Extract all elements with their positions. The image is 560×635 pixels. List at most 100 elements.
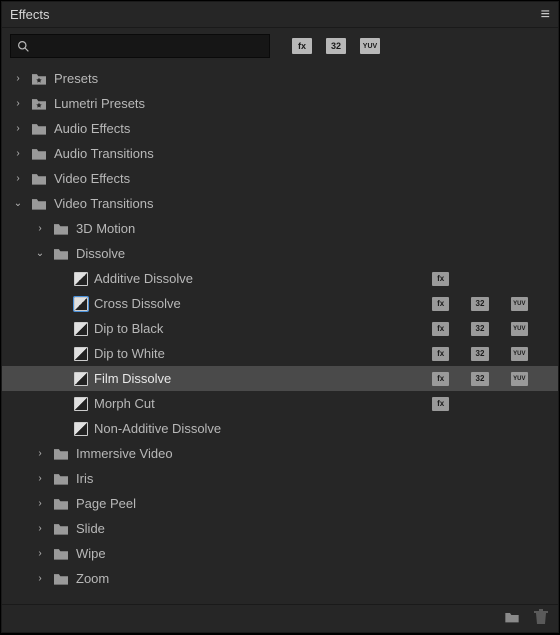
folder-icon — [52, 247, 70, 261]
search-input[interactable] — [34, 38, 263, 55]
disclosure-arrow-icon[interactable]: › — [34, 573, 46, 584]
accelerated-badge-icon: fx — [432, 272, 449, 286]
tree-folder[interactable]: › Immersive Video — [2, 441, 558, 466]
folder-icon — [30, 172, 48, 186]
tree-item-label: Dissolve — [76, 246, 125, 261]
accelerated-badge-icon: fx — [432, 372, 449, 386]
32bit-badge-icon: 32 — [471, 347, 488, 361]
folder-icon — [30, 97, 48, 111]
effect-icon — [74, 272, 88, 286]
tree-effect[interactable]: ›Non-Additive Dissolvefx32YUV — [2, 416, 558, 441]
folder-icon — [52, 497, 70, 511]
effect-icon — [74, 322, 88, 336]
yuv-badge-icon: YUV — [511, 347, 528, 361]
disclosure-arrow-icon[interactable]: › — [34, 523, 46, 534]
tree-folder[interactable]: › Wipe — [2, 541, 558, 566]
folder-icon — [52, 447, 70, 461]
accelerated-badge-icon: fx — [432, 347, 449, 361]
effect-icon — [74, 372, 88, 386]
panel-title: Effects — [10, 7, 50, 22]
effects-tree[interactable]: › Presets › Lumetri Presets › Audio Effects › A… — [2, 64, 558, 604]
32bit-effects-filter-icon[interactable]: 32 — [326, 38, 346, 54]
disclosure-arrow-icon[interactable]: › — [34, 448, 46, 459]
disclosure-arrow-icon[interactable]: › — [12, 73, 24, 84]
new-bin-icon[interactable] — [504, 610, 520, 627]
tree-effect[interactable]: ›Dip to Whitefx32YUV — [2, 341, 558, 366]
32bit-badge-icon: 32 — [471, 297, 488, 311]
tree-item-label: Video Transitions — [54, 196, 154, 211]
yuv-effects-filter-icon[interactable]: YUV — [360, 38, 380, 54]
search-box[interactable] — [10, 34, 270, 58]
folder-icon — [30, 72, 48, 86]
disclosure-arrow-icon[interactable]: › — [34, 548, 46, 559]
tree-effect[interactable]: ›Cross Dissolvefx32YUV — [2, 291, 558, 316]
tree-folder[interactable]: › Presets — [2, 66, 558, 91]
tree-item-label: Wipe — [76, 546, 106, 561]
effect-badges: fx32YUV — [432, 422, 552, 436]
tree-folder[interactable]: › Iris — [2, 466, 558, 491]
tree-effect[interactable]: ›Dip to Blackfx32YUV — [2, 316, 558, 341]
tree-item-label: Immersive Video — [76, 446, 173, 461]
tree-item-label: Cross Dissolve — [94, 296, 181, 311]
yuv-badge-icon: YUV — [511, 372, 528, 386]
tree-folder[interactable]: › Audio Effects — [2, 116, 558, 141]
disclosure-arrow-icon[interactable]: › — [12, 123, 24, 134]
accelerated-effects-filter-icon[interactable]: fx — [292, 38, 312, 54]
disclosure-arrow-icon[interactable]: › — [12, 148, 24, 159]
tree-folder[interactable]: ⌄ Video Transitions — [2, 191, 558, 216]
disclosure-arrow-icon[interactable]: ⌄ — [12, 198, 24, 209]
tree-item-label: Film Dissolve — [94, 371, 171, 386]
tree-folder[interactable]: › Audio Transitions — [2, 141, 558, 166]
yuv-badge-icon: YUV — [511, 322, 528, 336]
folder-icon — [30, 147, 48, 161]
tree-item-label: Audio Transitions — [54, 146, 154, 161]
yuv-badge-icon: YUV — [511, 297, 528, 311]
panel-menu-icon[interactable]: ≡ — [541, 7, 550, 23]
tree-folder[interactable]: ›Slide — [2, 516, 558, 541]
folder-icon — [52, 547, 70, 561]
accelerated-badge-icon: fx — [432, 397, 449, 411]
tree-folder[interactable]: › Video Effects — [2, 166, 558, 191]
tree-effect[interactable]: ›Film Dissolvefx32YUV — [2, 366, 558, 391]
tree-effect[interactable]: ›Additive Dissolvefx32YUV — [2, 266, 558, 291]
tree-item-label: Morph Cut — [94, 396, 155, 411]
tree-item-label: Zoom — [76, 571, 109, 586]
toolbar-filter-badges: fx 32 YUV — [292, 38, 380, 54]
tree-item-label: 3D Motion — [76, 221, 135, 236]
folder-icon — [52, 522, 70, 536]
tree-item-label: Non-Additive Dissolve — [94, 421, 221, 436]
trash-icon[interactable] — [534, 609, 548, 628]
tree-effect[interactable]: ›Morph Cutfx32YUV — [2, 391, 558, 416]
32bit-badge-icon: 32 — [471, 322, 488, 336]
tree-item-label: Iris — [76, 471, 93, 486]
effect-badges: fx32YUV — [432, 397, 552, 411]
disclosure-arrow-icon[interactable]: ⌄ — [34, 248, 46, 259]
tree-item-label: Audio Effects — [54, 121, 130, 136]
tree-item-label: Video Effects — [54, 171, 130, 186]
tree-folder[interactable]: ⌄ Dissolve — [2, 241, 558, 266]
panel-footer — [2, 604, 558, 632]
disclosure-arrow-icon[interactable]: › — [34, 498, 46, 509]
disclosure-arrow-icon[interactable]: › — [34, 223, 46, 234]
tree-item-label: Presets — [54, 71, 98, 86]
effect-icon — [74, 347, 88, 361]
panel-titlebar: Effects ≡ — [2, 2, 558, 28]
effect-badges: fx32YUV — [432, 297, 552, 311]
effect-badges: fx 32 YUV — [432, 372, 552, 386]
tree-folder[interactable]: › 3D Motion — [2, 216, 558, 241]
effect-badges: fx32YUV — [432, 272, 552, 286]
tree-item-label: Additive Dissolve — [94, 271, 193, 286]
folder-icon — [52, 472, 70, 486]
tree-folder[interactable]: › Zoom — [2, 566, 558, 591]
tree-folder[interactable]: › Lumetri Presets — [2, 91, 558, 116]
disclosure-arrow-icon[interactable]: › — [12, 173, 24, 184]
tree-item-label: Lumetri Presets — [54, 96, 145, 111]
tree-item-label: Dip to Black — [94, 321, 163, 336]
32bit-badge-icon: 32 — [471, 372, 488, 386]
tree-folder[interactable]: ›Page Peel — [2, 491, 558, 516]
disclosure-arrow-icon[interactable]: › — [34, 473, 46, 484]
effect-badges: fx32YUV — [432, 322, 552, 336]
effect-icon — [74, 297, 88, 311]
effects-panel: Effects ≡ fx 32 YUV › Presets › Lumetri Pre… — [1, 1, 559, 633]
disclosure-arrow-icon[interactable]: › — [12, 98, 24, 109]
